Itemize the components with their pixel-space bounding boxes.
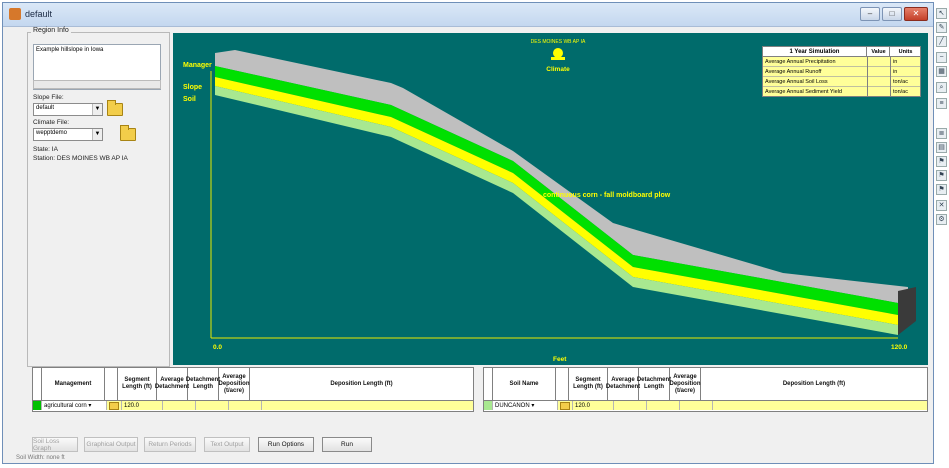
soil-name: DUNCANON	[495, 402, 530, 409]
col-avg-detachment: Average Detachment	[606, 368, 640, 400]
climate-label: Climate	[546, 66, 570, 73]
arrow-icon[interactable]: ↖	[936, 8, 947, 19]
col-management: Management	[42, 368, 105, 400]
text-output-button[interactable]: Text Output	[204, 437, 250, 452]
summary-row: Average Annual Runoff in	[763, 68, 920, 77]
slope-file-value: default	[36, 105, 55, 111]
list-icon[interactable]: ≡	[936, 98, 947, 109]
management-name: agricultural corn	[44, 402, 87, 409]
table-row[interactable]: DUNCANON ▾ 120.0	[484, 400, 927, 410]
soil-layer-label: Soil	[183, 96, 196, 103]
summary-header-units: Units	[898, 49, 913, 55]
flag-icon[interactable]: ⚑	[936, 156, 947, 167]
summary-row-label: Average Annual Sediment Yield	[765, 89, 842, 95]
flag-icon[interactable]: ⚑	[936, 184, 947, 195]
soil-header: Soil Name Segment Length (ft) Average De…	[484, 368, 927, 400]
return-periods-button[interactable]: Return Periods	[144, 437, 196, 452]
horizontal-scrollbar[interactable]	[33, 80, 161, 89]
summary-row-units: ton/ac	[893, 79, 908, 85]
flag-icon[interactable]: ⚑	[936, 170, 947, 181]
folder-icon[interactable]	[558, 401, 573, 410]
summary-row-label: Average Annual Soil Loss	[765, 79, 828, 85]
climate-file-label: Climate File:	[33, 119, 70, 126]
climate-file-select[interactable]: wepptdemo ▼	[33, 128, 103, 141]
slope-layer-label: Slope	[183, 84, 202, 91]
slope-file-select[interactable]: default ▼	[33, 103, 103, 116]
title-bar: default – □ ✕	[3, 3, 933, 27]
station-text: Station: DES MOINES WB AP IA	[33, 155, 128, 162]
summary-row-units: ton/ac	[893, 89, 908, 95]
grid-icon[interactable]: ▦	[936, 66, 947, 77]
climate-folder-icon[interactable]	[120, 125, 136, 141]
minimize-button[interactable]: –	[860, 7, 880, 21]
chart-icon[interactable]: ▤	[936, 142, 947, 153]
management-select[interactable]: agricultural corn ▾	[42, 401, 107, 410]
pencil-icon[interactable]: ✎	[936, 22, 947, 33]
run-button[interactable]: Run	[322, 437, 372, 452]
app-icon	[9, 8, 21, 20]
management-layer-label: Manager	[183, 62, 212, 69]
summary-row: Average Annual Precipitation in	[763, 58, 920, 67]
col-soil-name: Soil Name	[493, 368, 556, 400]
soil-table: Soil Name Segment Length (ft) Average De…	[483, 367, 928, 412]
sun-icon	[553, 48, 563, 58]
chevron-down-icon: ▼	[92, 104, 102, 115]
settings-icon[interactable]: ⚙	[936, 214, 947, 225]
col-avg-deposition: Average Deposition (t/acre)	[219, 368, 250, 400]
col-detachment-length: Detachment Length	[186, 368, 220, 400]
col-avg-detachment: Average Detachment	[155, 368, 189, 400]
summary-row-label: Average Annual Precipitation	[765, 59, 836, 65]
run-options-button[interactable]: Run Options	[258, 437, 314, 452]
soil-loss-graph-button[interactable]: Soil Loss Graph	[32, 437, 78, 452]
maximize-button[interactable]: □	[882, 7, 902, 21]
x-axis-start-label: 0.0	[213, 344, 222, 351]
col-detachment-length: Detachment Length	[637, 368, 671, 400]
col-segment-length: Segment Length (ft)	[569, 368, 608, 400]
climate-file-value: wepptdemo	[36, 130, 68, 136]
summary-header-title: 1 Year Simulation	[763, 47, 867, 57]
col-avg-deposition: Average Deposition (t/acre)	[670, 368, 701, 400]
slope-folder-icon[interactable]	[107, 100, 123, 116]
management-annotation: continuous corn - fall moldboard plow	[543, 192, 671, 199]
summary-header-row: 1 Year Simulation Value Units	[763, 47, 920, 57]
segment-length: 120.0	[573, 401, 614, 410]
soil-select[interactable]: DUNCANON ▾	[493, 401, 558, 410]
hillslope-plot[interactable]: DES MOINES WB AP IA Climate Manager Slop…	[173, 33, 928, 365]
col-segment-length: Segment Length (ft)	[118, 368, 157, 400]
simulation-summary-table: 1 Year Simulation Value Units Average An…	[762, 46, 921, 97]
tool-icon[interactable]: ✕	[936, 200, 947, 211]
state-text: State: IA	[33, 146, 58, 153]
x-axis-end-label: 120.0	[891, 344, 908, 351]
align-icon[interactable]: ≣	[936, 128, 947, 139]
summary-row: Average Annual Soil Loss ton/ac	[763, 78, 920, 87]
summary-row-units: in	[893, 59, 898, 65]
line-icon[interactable]: ╱	[936, 36, 947, 47]
summary-row: Average Annual Sediment Yield ton/ac	[763, 88, 920, 97]
chevron-down-icon: ▼	[92, 129, 102, 140]
col-deposition-length: Deposition Length (ft)	[330, 380, 393, 387]
zoom-icon[interactable]: ⌕	[936, 82, 947, 93]
table-row[interactable]: agricultural corn ▾ 120.0	[33, 400, 473, 410]
management-header: Management Segment Length (ft) Average D…	[33, 368, 473, 400]
window-title: default	[25, 9, 53, 19]
slope-end-face	[898, 287, 916, 335]
segment-length: 120.0	[122, 401, 163, 410]
x-axis-label: Feet	[553, 356, 567, 363]
folder-icon[interactable]	[107, 401, 122, 410]
right-toolbar: ↖ ✎ ╱ − ▦ ⌕ ≡ ≣ ▤ ⚑ ⚑ ⚑ ✕ ⚙	[936, 8, 948, 234]
close-button[interactable]: ✕	[904, 7, 928, 21]
region-info-legend: Region Info	[31, 27, 71, 34]
summary-row-units: in	[893, 69, 898, 75]
graphical-output-button[interactable]: Graphical Output	[84, 437, 138, 452]
slope-file-label: Slope File:	[33, 94, 64, 101]
minus-icon[interactable]: −	[936, 52, 947, 63]
management-table: Management Segment Length (ft) Average D…	[32, 367, 474, 412]
summary-row-label: Average Annual Runoff	[765, 69, 822, 75]
summary-header-value: Value	[868, 47, 890, 57]
climate-station-title: DES MOINES WB AP IA	[531, 39, 586, 45]
status-text: Soil Width: none ft	[16, 455, 65, 461]
col-deposition-length: Deposition Length (ft)	[782, 380, 846, 387]
sun-base	[551, 57, 565, 60]
